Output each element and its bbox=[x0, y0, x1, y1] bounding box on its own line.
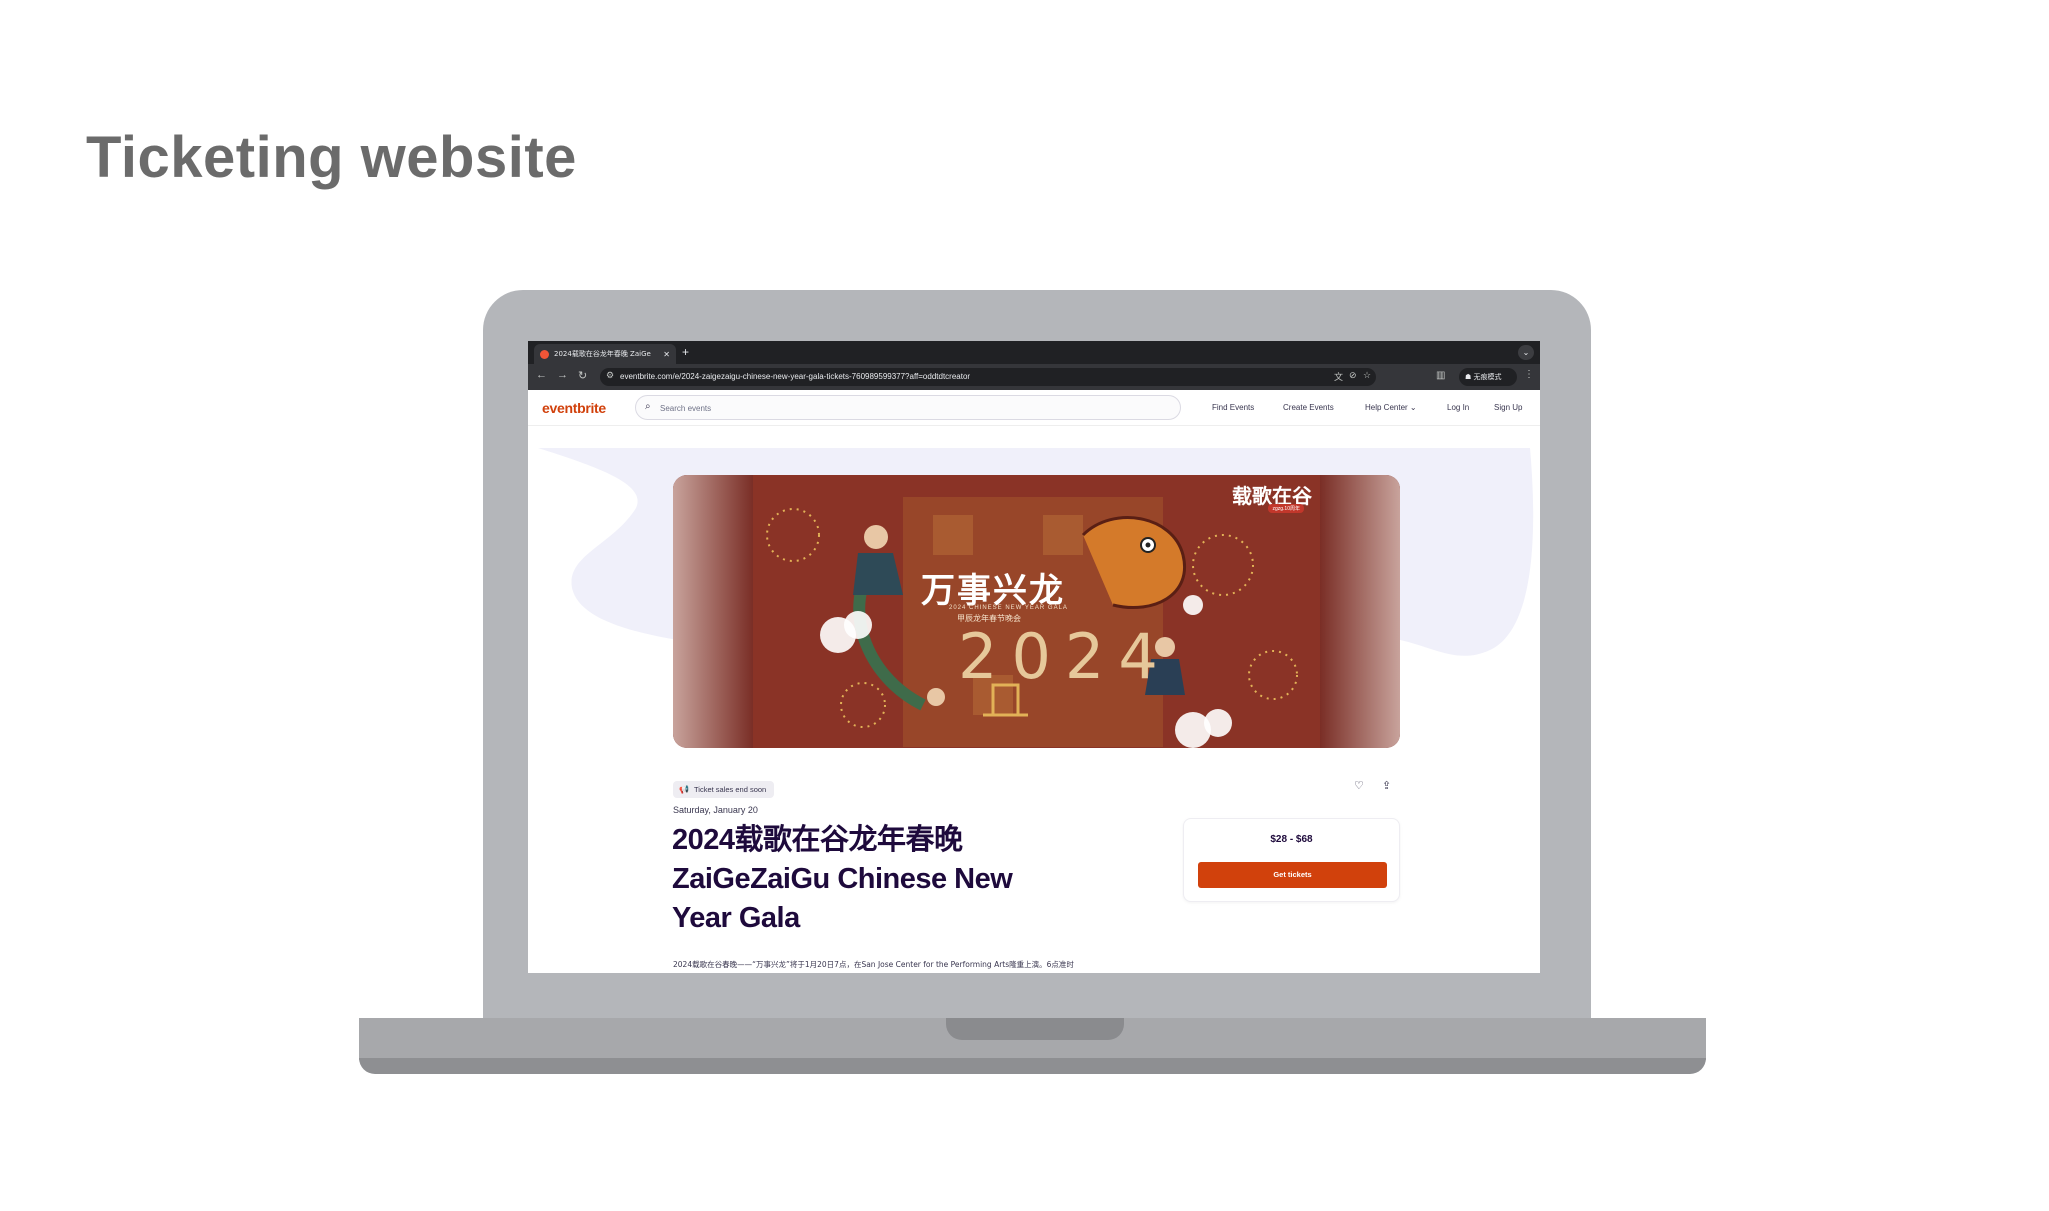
search-placeholder: Search events bbox=[660, 404, 712, 413]
eventbrite-logo[interactable]: eventbrite bbox=[542, 400, 606, 416]
translate-icon[interactable]: 文 bbox=[1334, 370, 1343, 383]
incognito-indicator[interactable]: ☗ 无痕模式 bbox=[1459, 368, 1517, 386]
tab-search-button[interactable]: ⌄ bbox=[1518, 345, 1534, 360]
event-date: Saturday, January 20 bbox=[673, 805, 758, 815]
poster-subtitle-en: 2024 CHINESE NEW YEAR GALA bbox=[949, 605, 1068, 611]
browser-tab-bar: 2024载歌在谷龙年春晚 ZaiGe ✕ + ⌄ bbox=[528, 341, 1540, 364]
ticket-card: $28 - $68 Get tickets bbox=[1183, 818, 1400, 902]
browser-toolbar: ← → ↻ ⚙ eventbrite.com/e/2024-zaigezaigu… bbox=[528, 364, 1540, 390]
tab-title: 2024载歌在谷龙年春晚 ZaiGe bbox=[554, 350, 651, 358]
nav-create-events[interactable]: Create Events bbox=[1283, 403, 1334, 412]
incognito-label: 无痕模式 bbox=[1473, 373, 1502, 381]
event-banner: 万事兴龙 2024 CHINESE NEW YEAR GALA 甲辰龙年春节晚会… bbox=[673, 475, 1400, 748]
search-input[interactable]: ⌕ Search events bbox=[635, 395, 1181, 420]
nav-sign-up[interactable]: Sign Up bbox=[1494, 403, 1522, 412]
slide-title: Ticketing website bbox=[86, 125, 577, 190]
favicon-icon bbox=[540, 349, 549, 359]
new-tab-button[interactable]: + bbox=[682, 345, 689, 359]
tab-close-icon[interactable]: ✕ bbox=[663, 350, 670, 359]
reload-icon[interactable]: ↻ bbox=[578, 369, 587, 382]
badge-label: Ticket sales end soon bbox=[693, 785, 767, 794]
nav-log-in[interactable]: Log In bbox=[1447, 403, 1469, 412]
incognito-icon: ☗ bbox=[1465, 373, 1474, 381]
browser-tab[interactable]: 2024载歌在谷龙年春晚 ZaiGe ✕ bbox=[534, 344, 676, 364]
banner-blur-right bbox=[1320, 475, 1400, 748]
get-tickets-button[interactable]: Get tickets bbox=[1198, 862, 1387, 888]
site-header: eventbrite ⌕ Search events Find Events C… bbox=[528, 390, 1540, 426]
address-bar[interactable]: ⚙ eventbrite.com/e/2024-zaigezaigu-chine… bbox=[600, 368, 1376, 386]
poster-year: 2024 bbox=[958, 620, 1172, 693]
back-icon[interactable]: ← bbox=[536, 369, 547, 381]
star-icon[interactable]: ☆ bbox=[1363, 370, 1371, 381]
status-badge: 📢 Ticket sales end soon bbox=[673, 781, 775, 798]
forward-icon[interactable]: → bbox=[557, 369, 568, 381]
laptop-screen: 2024载歌在谷龙年春晚 ZaiGe ✕ + ⌄ ← → ↻ ⚙ eventbr… bbox=[528, 341, 1540, 973]
heart-icon[interactable]: ♡ bbox=[1354, 779, 1364, 792]
nav-find-events[interactable]: Find Events bbox=[1212, 403, 1254, 412]
laptop-notch bbox=[946, 1018, 1124, 1040]
ticket-price: $28 - $68 bbox=[1270, 834, 1313, 845]
nav-help-center[interactable]: Help Center ⌄ bbox=[1365, 403, 1417, 412]
banner-blur-left bbox=[673, 475, 753, 748]
share-icon[interactable]: ⇪ bbox=[1382, 779, 1391, 792]
search-icon: ⌕ bbox=[645, 401, 651, 412]
event-poster: 万事兴龙 2024 CHINESE NEW YEAR GALA 甲辰龙年春节晚会… bbox=[753, 475, 1320, 748]
megaphone-icon: 📢 bbox=[679, 785, 689, 794]
event-description: 2024载歌在谷春晚——“万事兴龙”将于1月20日7点，在San Jose Ce… bbox=[673, 960, 1074, 969]
chevron-down-icon: ⌄ bbox=[1409, 403, 1417, 412]
event-title: 2024载歌在谷龙年春晚 ZaiGeZaiGu Chinese New Year… bbox=[672, 824, 1013, 934]
site-info-icon[interactable]: ⚙ bbox=[606, 370, 614, 381]
laptop-base-edge bbox=[359, 1058, 1706, 1074]
web-page: eventbrite ⌕ Search events Find Events C… bbox=[528, 390, 1540, 973]
poster-brand-sub: zgzg.10周年 bbox=[1268, 504, 1304, 513]
sidepanel-icon[interactable]: ▥ bbox=[1436, 370, 1445, 381]
eye-off-icon[interactable]: ⊘ bbox=[1349, 370, 1357, 381]
menu-icon[interactable]: ⋮ bbox=[1524, 369, 1534, 380]
url-text[interactable]: eventbrite.com/e/2024-zaigezaigu-chinese… bbox=[620, 372, 970, 381]
help-center-label: Help Center bbox=[1365, 403, 1408, 412]
